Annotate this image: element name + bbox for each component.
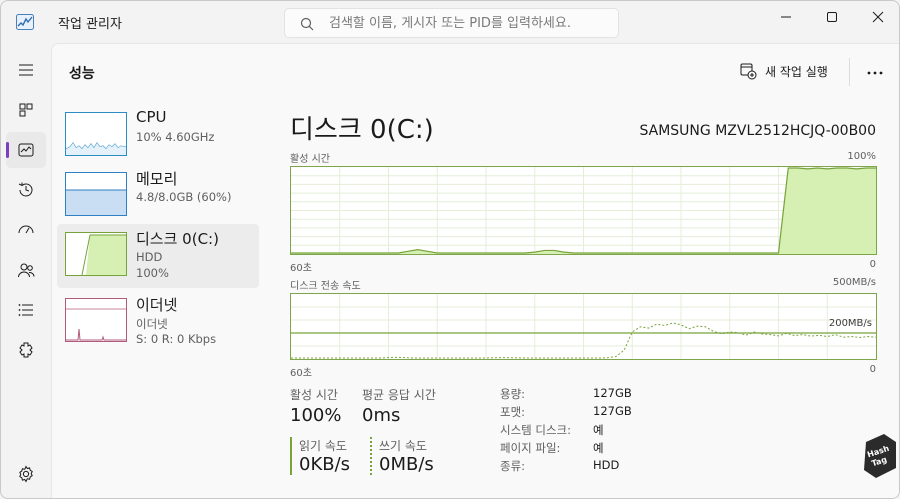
property-page-file-label: 페이지 파일: bbox=[500, 441, 561, 455]
nav-processes[interactable] bbox=[6, 92, 46, 128]
stat-avg-response-label: 평균 응답 시간 bbox=[362, 388, 436, 402]
disk-model: SAMSUNG MZVL2512HCJQ-00B00 bbox=[639, 123, 876, 139]
ethernet-adapter: 이더넷 bbox=[136, 317, 168, 331]
stat-active-time-label: 활성 시간 bbox=[290, 388, 338, 402]
device-ethernet[interactable]: 이더넷 이더넷 S: 0 R: 0 Kbps bbox=[57, 290, 259, 354]
memory-thumbnail-graph bbox=[65, 172, 127, 216]
property-capacity-label: 용량: bbox=[500, 387, 526, 401]
users-icon bbox=[18, 263, 35, 278]
transfer-rate-graph-start: 60초 bbox=[290, 368, 312, 379]
close-icon bbox=[872, 11, 884, 23]
new-task-icon bbox=[740, 63, 757, 80]
task-manager-window: 작업 관리자 검색할 이름, 게시자 또는 PID를 입력하세요. 성능 새 작… bbox=[0, 0, 900, 499]
navigation-bar bbox=[1, 43, 51, 498]
property-capacity-value: 127GB bbox=[593, 386, 632, 400]
memory-label: 메모리 bbox=[136, 170, 178, 188]
write-speed-label: 쓰기 속도 bbox=[379, 439, 427, 453]
run-new-task-label: 새 작업 실행 bbox=[765, 65, 828, 79]
nav-performance[interactable] bbox=[6, 132, 46, 168]
disk-label: 디스크 0(C:) bbox=[136, 230, 219, 248]
read-speed-value: 0KB/s bbox=[299, 454, 351, 475]
active-time-graph bbox=[290, 166, 877, 255]
maximize-button[interactable] bbox=[809, 1, 855, 33]
menu-icon bbox=[19, 64, 33, 76]
device-memory[interactable]: 메모리 4.8/8.0GB (60%) bbox=[57, 164, 259, 228]
ethernet-thumbnail-graph bbox=[65, 298, 127, 342]
ethernet-label: 이더넷 bbox=[136, 296, 178, 314]
processes-icon bbox=[19, 103, 33, 117]
disk-title: 디스크 0(C:) bbox=[290, 115, 434, 145]
nav-startup-apps[interactable] bbox=[6, 212, 46, 248]
transfer-rate-graph-max: 500MB/s bbox=[832, 277, 876, 288]
task-manager-app-icon bbox=[16, 14, 34, 30]
cpu-label: CPU bbox=[136, 108, 167, 126]
transfer-rate-graph-label: 디스크 전송 속도 bbox=[290, 281, 361, 292]
property-format-label: 포맷: bbox=[500, 405, 526, 419]
minimize-icon bbox=[781, 16, 791, 18]
services-icon bbox=[19, 342, 33, 358]
property-system-disk-label: 시스템 디스크: bbox=[500, 423, 572, 437]
property-type-value: HDD bbox=[593, 458, 620, 472]
transfer-rate-graph: 200MB/s bbox=[290, 293, 877, 360]
settings-icon bbox=[19, 465, 33, 483]
disk-usage: 100% bbox=[136, 266, 169, 280]
minimize-button[interactable] bbox=[763, 1, 809, 33]
maximize-icon bbox=[827, 12, 837, 22]
close-button[interactable] bbox=[855, 1, 899, 33]
read-speed-block: 읽기 속도 0KB/s bbox=[290, 437, 360, 475]
more-options-button[interactable] bbox=[860, 60, 890, 84]
device-disk-0[interactable]: 디스크 0(C:) HDD 100% bbox=[57, 224, 259, 288]
active-time-graph-label: 활성 시간 bbox=[290, 154, 330, 165]
transfer-rate-graph-end: 0 bbox=[869, 364, 876, 375]
active-time-graph-end: 0 bbox=[869, 259, 876, 270]
disk-type: HDD bbox=[136, 250, 163, 264]
nav-menu-button[interactable] bbox=[6, 52, 46, 88]
startup-apps-icon bbox=[18, 225, 34, 234]
app-title: 작업 관리자 bbox=[58, 17, 122, 32]
search-icon bbox=[300, 17, 314, 31]
nav-details[interactable] bbox=[6, 292, 46, 328]
memory-usage: 4.8/8.0GB (60%) bbox=[136, 190, 232, 204]
stat-active-time-value: 100% bbox=[290, 405, 342, 426]
nav-services[interactable] bbox=[6, 332, 46, 368]
nav-app-history[interactable] bbox=[6, 172, 46, 208]
toolbar-separator bbox=[849, 58, 850, 86]
ethernet-throughput: S: 0 R: 0 Kbps bbox=[136, 332, 217, 346]
device-cpu[interactable]: CPU 10% 4.60GHz bbox=[57, 104, 259, 168]
active-time-graph-max: 100% bbox=[847, 151, 876, 162]
transfer-rate-chart bbox=[291, 294, 876, 359]
write-speed-block: 쓰기 속도 0MB/s bbox=[370, 437, 450, 475]
search-box[interactable] bbox=[284, 8, 619, 38]
performance-icon bbox=[18, 143, 34, 157]
disk-thumbnail-graph bbox=[65, 232, 127, 276]
hashtag-watermark-logo: Hash Tag bbox=[862, 434, 898, 478]
cpu-usage: 10% 4.60GHz bbox=[136, 130, 215, 144]
nav-users[interactable] bbox=[6, 252, 46, 288]
cpu-thumbnail-graph bbox=[65, 112, 127, 156]
app-history-icon bbox=[18, 182, 33, 197]
property-page-file-value: 예 bbox=[593, 441, 604, 455]
search-input[interactable] bbox=[329, 14, 609, 32]
nav-settings[interactable] bbox=[6, 456, 46, 492]
active-time-chart bbox=[291, 167, 876, 254]
property-format-value: 127GB bbox=[593, 404, 632, 418]
details-icon bbox=[18, 304, 33, 316]
write-speed-value: 0MB/s bbox=[379, 454, 434, 475]
page-title: 성능 bbox=[69, 66, 95, 82]
read-speed-label: 읽기 속도 bbox=[299, 439, 347, 453]
property-system-disk-value: 예 bbox=[593, 423, 604, 437]
property-type-label: 종류: bbox=[500, 459, 526, 473]
transfer-rate-reference-label: 200MB/s bbox=[828, 318, 872, 329]
more-options-icon bbox=[867, 71, 883, 75]
stat-avg-response-value: 0ms bbox=[362, 405, 401, 426]
title-bar: 작업 관리자 bbox=[1, 1, 899, 43]
active-time-graph-start: 60초 bbox=[290, 263, 312, 274]
main-panel: 성능 새 작업 실행 CPU 10% 4.60GHz 메모리 4.8/8.0GB… bbox=[51, 43, 899, 498]
